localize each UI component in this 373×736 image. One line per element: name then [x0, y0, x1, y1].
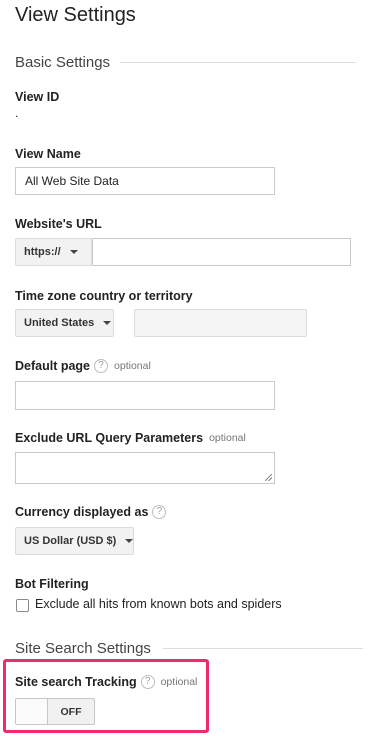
toggle-knob[interactable] — [16, 699, 48, 724]
help-icon[interactable]: ? — [152, 505, 167, 519]
section-divider — [120, 62, 357, 63]
view-id-label: View ID — [15, 90, 60, 104]
exclude-params-label-text: Exclude URL Query Parameters — [15, 431, 204, 445]
site-search-title: Site Search Settings — [15, 640, 151, 657]
protocol-dropdown[interactable]: https:// — [15, 238, 92, 266]
optional-tag: optional — [160, 676, 198, 688]
currency-label-text: Currency displayed as — [15, 505, 149, 519]
site-search-tracking-label: Site search Tracking ? optional — [15, 675, 197, 689]
basic-settings-header: Basic Settings — [15, 54, 373, 71]
help-icon[interactable]: ? — [94, 359, 109, 373]
bot-filtering-label: Bot Filtering — [15, 577, 89, 591]
exclude-params-textarea[interactable] — [15, 452, 275, 484]
optional-tag: optional — [209, 432, 246, 444]
chevron-down-icon — [103, 321, 112, 325]
page-title: View Settings — [15, 4, 136, 26]
chevron-down-icon — [69, 250, 78, 254]
resize-handle-icon[interactable] — [265, 474, 272, 481]
country-dropdown[interactable]: United States — [15, 309, 114, 337]
timezone-label: Time zone country or territory — [15, 289, 193, 303]
default-page-input[interactable] — [15, 381, 275, 410]
exclude-params-label: Exclude URL Query Parameters optional — [15, 431, 246, 445]
website-url-label: Website's URL — [15, 217, 102, 231]
default-page-label-text: Default page — [15, 359, 91, 373]
default-page-label: Default page ? optional — [15, 359, 151, 373]
help-icon[interactable]: ? — [140, 675, 155, 689]
site-search-toggle[interactable]: OFF — [15, 698, 95, 725]
view-name-label: View Name — [15, 147, 81, 161]
country-value: United States — [24, 317, 95, 329]
view-settings-page: View Settings Basic Settings View ID . V… — [0, 0, 373, 736]
currency-label: Currency displayed as ? — [15, 505, 167, 519]
protocol-value: https:// — [24, 246, 61, 258]
site-search-header: Site Search Settings — [15, 640, 373, 657]
basic-settings-title: Basic Settings — [15, 54, 111, 71]
bot-filtering-checkbox[interactable] — [16, 599, 29, 612]
bot-filtering-checkbox-label[interactable]: Exclude all hits from known bots and spi… — [35, 597, 282, 611]
timezone-dropdown[interactable] — [134, 309, 307, 337]
currency-dropdown[interactable]: US Dollar (USD $) — [15, 527, 134, 555]
site-search-tracking-label-text: Site search Tracking — [15, 675, 137, 689]
currency-value: US Dollar (USD $) — [24, 535, 117, 547]
website-url-input[interactable] — [92, 238, 351, 266]
toggle-state: OFF — [60, 705, 82, 718]
optional-tag: optional — [114, 360, 151, 372]
view-id-value: . — [15, 106, 19, 120]
view-name-input[interactable]: All Web Site Data — [15, 167, 275, 195]
section-divider — [162, 648, 363, 649]
chevron-down-icon — [125, 539, 134, 543]
